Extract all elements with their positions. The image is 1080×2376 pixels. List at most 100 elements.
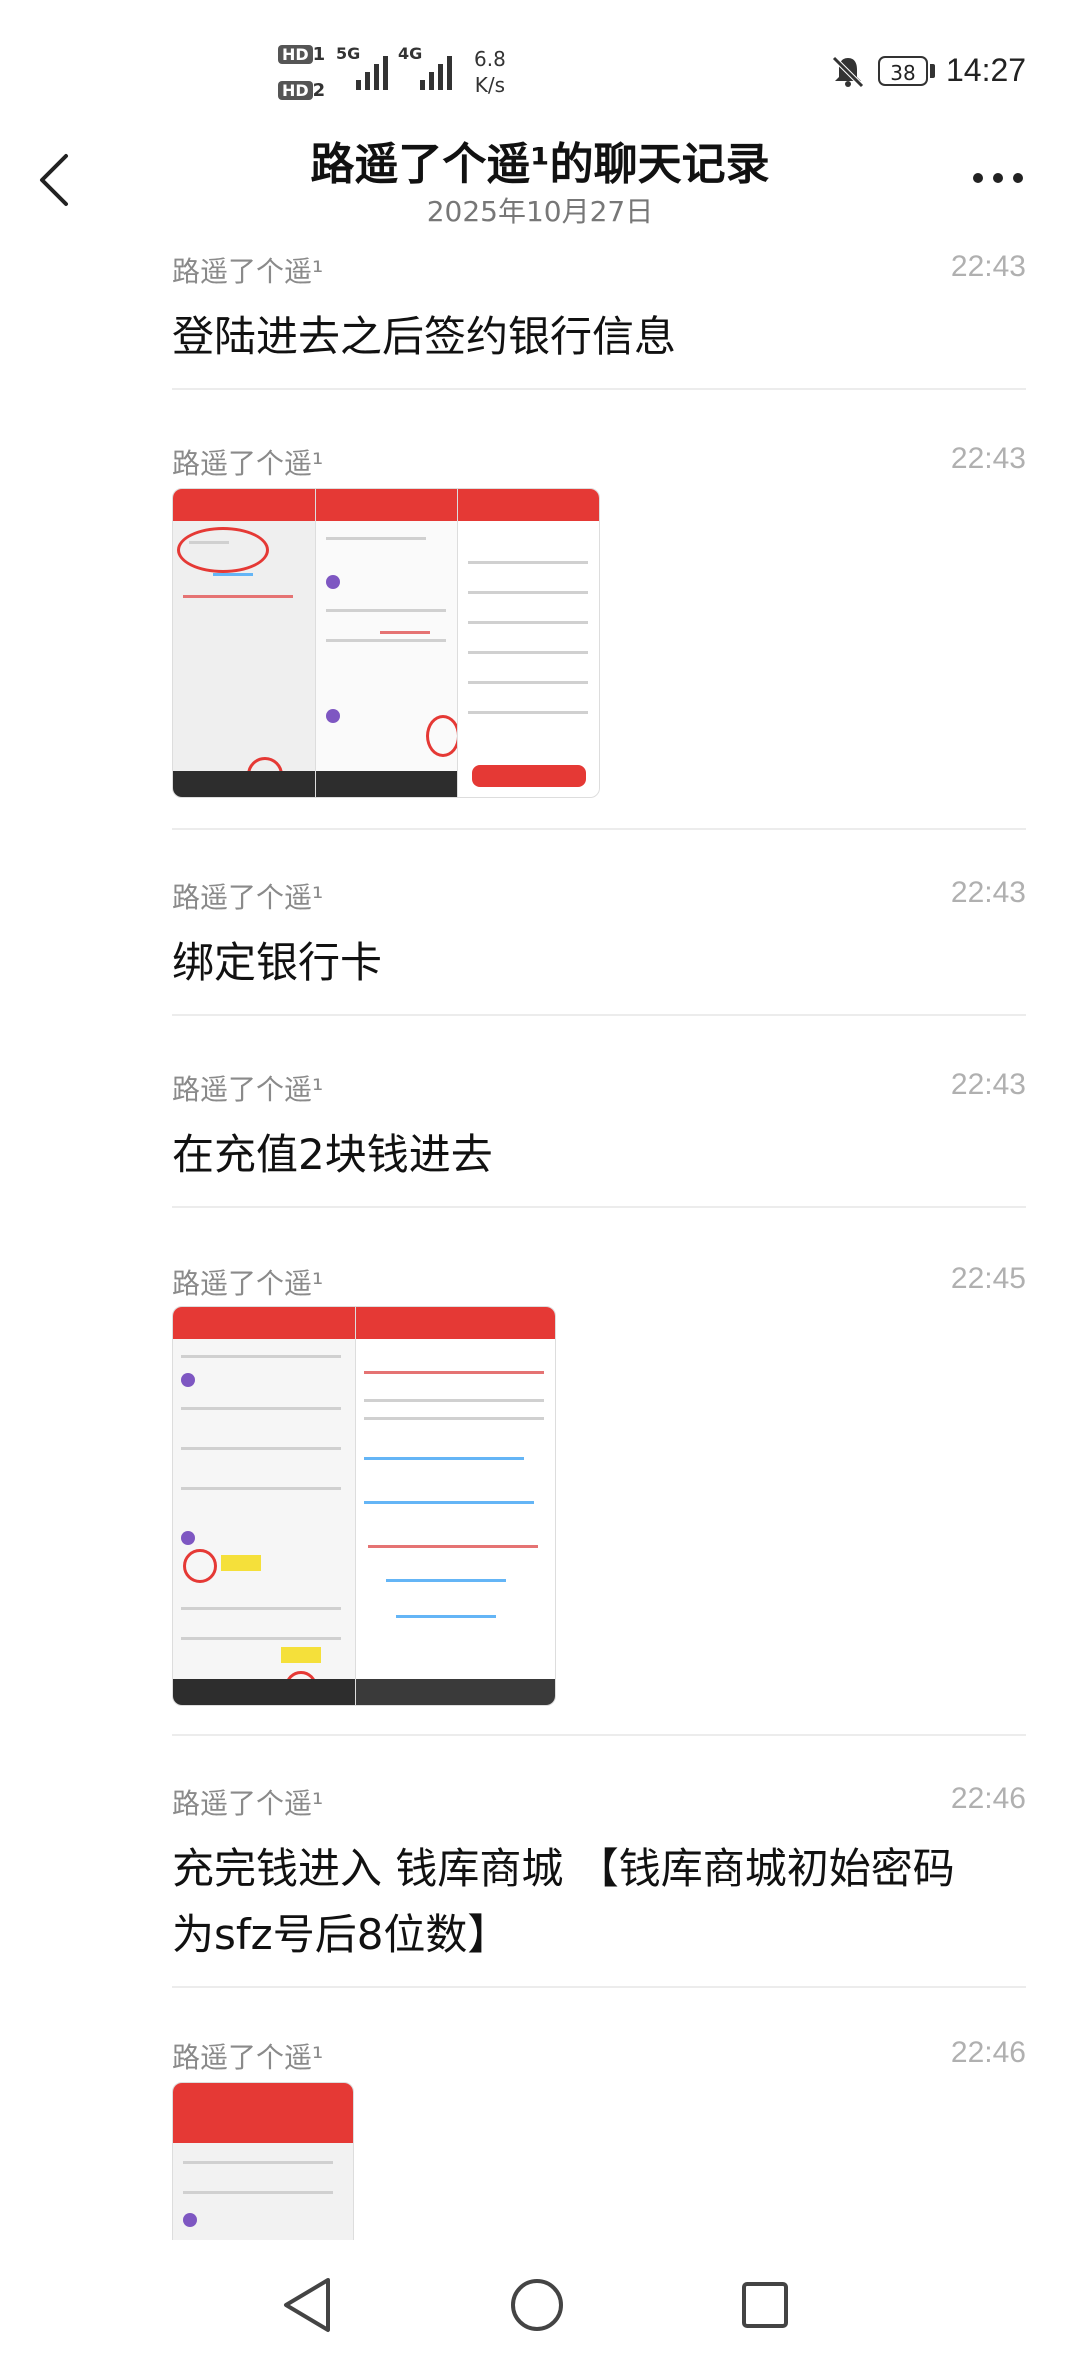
battery-icon: 38 — [878, 56, 928, 86]
message-text-line: 为sfz号后8位数】 — [172, 1910, 510, 1959]
divider — [172, 1014, 1026, 1016]
thumb-pane — [315, 489, 460, 797]
thumb-dot — [326, 575, 340, 589]
divider — [172, 1734, 1026, 1736]
thumb-line — [364, 1417, 544, 1420]
thumb-line — [380, 631, 430, 634]
image-thumbnail[interactable] — [172, 2082, 354, 2244]
thumb-line — [396, 1615, 496, 1618]
thumb-nav-bar — [316, 771, 458, 797]
thumb-header-bar — [316, 489, 458, 521]
sender-name: 路遥了个遥¹ — [172, 447, 324, 480]
highlight-circle — [177, 527, 269, 573]
thumb-line — [181, 1407, 341, 1410]
thumb-line — [364, 1399, 544, 1402]
thumb-header-bar — [173, 1307, 355, 1339]
thumb-header-bar — [173, 489, 315, 521]
sender-name: 路遥了个遥¹ — [172, 881, 324, 914]
thumb-line — [468, 681, 588, 684]
clock: 14:27 — [946, 52, 1027, 88]
hd2-label: HD — [278, 81, 313, 100]
message-text: 充完钱进入 钱库商城 【钱库商城初始密码 为sfz号后8位数】 — [172, 1836, 1026, 1968]
thumb-header-bar — [356, 1307, 555, 1339]
thumb-line — [326, 639, 446, 642]
message-time: 22:45 — [950, 1262, 1026, 1295]
thumb-dot — [181, 1531, 195, 1545]
thumb-dot — [181, 1373, 195, 1387]
thumb-nav-bar — [173, 1679, 355, 1705]
divider — [172, 828, 1026, 830]
speed-value: 6.8 — [474, 47, 506, 71]
thumb-pane — [173, 1307, 355, 1705]
divider — [172, 1986, 1026, 1988]
thumb-line — [181, 1607, 341, 1610]
thumb-line — [326, 609, 446, 612]
thumb-line — [364, 1371, 544, 1374]
hd1-sub: 1 — [312, 44, 326, 65]
thumb-line — [213, 573, 253, 576]
battery-tip — [930, 64, 935, 78]
thumb-line — [386, 1579, 506, 1582]
page-title: 路遥了个遥¹的聊天记录 — [310, 139, 770, 190]
sender-name: 路遥了个遥¹ — [172, 1267, 324, 1300]
chat-date: 2025年10月27日 — [426, 195, 654, 228]
mute-bell-icon — [832, 56, 864, 88]
message-item[interactable]: 路遥了个遥¹ 22:45 — [172, 1262, 1026, 1302]
back-triangle-icon[interactable] — [272, 2270, 342, 2340]
thumb-nav-bar — [173, 771, 315, 797]
thumb-pane — [173, 489, 315, 797]
hd-indicator-2: HD 2 — [278, 80, 325, 101]
message-item[interactable]: 路遥了个遥¹ 22:46 充完钱进入 钱库商城 【钱库商城初始密码 为sfz号后… — [172, 1782, 1026, 1968]
recents-square-icon[interactable] — [730, 2270, 800, 2340]
message-text-line: 充完钱进入 钱库商城 【钱库商城初始密码 — [172, 1844, 955, 1893]
message-time: 22:43 — [950, 250, 1026, 283]
thumb-line — [183, 595, 293, 598]
message-time: 22:46 — [950, 1782, 1026, 1815]
message-time: 22:43 — [950, 442, 1026, 475]
message-item[interactable]: 路遥了个遥¹ 22:43 登陆进去之后签约银行信息 — [172, 250, 1026, 370]
hd-indicator-1: HD 1 — [278, 44, 325, 65]
network-4g-label: 4G — [398, 44, 423, 63]
thumb-line — [181, 1447, 341, 1450]
message-time: 22:46 — [950, 2036, 1026, 2069]
signal-icon-1 — [356, 52, 388, 90]
thumb-line — [326, 537, 426, 540]
sender-name: 路遥了个遥¹ — [172, 255, 324, 288]
image-thumbnail[interactable] — [172, 488, 600, 798]
message-text: 登陆进去之后签约银行信息 — [172, 312, 677, 361]
thumb-line — [183, 2161, 333, 2164]
thumb-line — [189, 541, 229, 544]
more-options-icon[interactable] — [970, 170, 1026, 186]
message-item[interactable]: 路遥了个遥¹ 22:43 绑定银行卡 — [172, 876, 1026, 996]
message-item[interactable]: 路遥了个遥¹ 22:43 — [172, 442, 1026, 482]
hd2-sub: 2 — [312, 80, 326, 101]
image-thumbnail[interactable] — [172, 1306, 556, 1706]
network-speed: 6.8 K/s — [474, 46, 506, 98]
thumb-pane — [355, 1307, 555, 1705]
thumb-line — [181, 1637, 341, 1640]
thumb-submit-button — [472, 765, 586, 787]
thumb-line — [368, 1545, 538, 1548]
hd1-label: HD — [278, 45, 313, 64]
message-text: 绑定银行卡 — [172, 938, 383, 987]
message-item[interactable]: 路遥了个遥¹ 22:46 — [172, 2036, 1026, 2076]
system-nav-bar — [0, 2240, 1080, 2376]
thumb-line — [468, 561, 588, 564]
thumb-header-bar — [173, 2083, 353, 2143]
thumb-pane — [457, 489, 599, 797]
thumb-line — [181, 1487, 341, 1490]
message-text: 在充值2块钱进去 — [172, 1130, 493, 1179]
thumb-line — [468, 621, 588, 624]
message-item[interactable]: 路遥了个遥¹ 22:43 在充值2块钱进去 — [172, 1068, 1026, 1188]
speed-unit: K/s — [474, 73, 506, 97]
message-time: 22:43 — [950, 876, 1026, 909]
signal-icon-2 — [420, 52, 452, 90]
divider — [172, 1206, 1026, 1208]
thumb-nav-bar — [356, 1679, 555, 1705]
home-circle-icon[interactable] — [502, 2270, 572, 2340]
thumb-header-bar — [458, 489, 599, 521]
highlight-circle — [426, 715, 460, 757]
thumb-line — [468, 651, 588, 654]
thumb-highlight — [281, 1647, 321, 1663]
sender-name: 路遥了个遥¹ — [172, 1787, 324, 1820]
